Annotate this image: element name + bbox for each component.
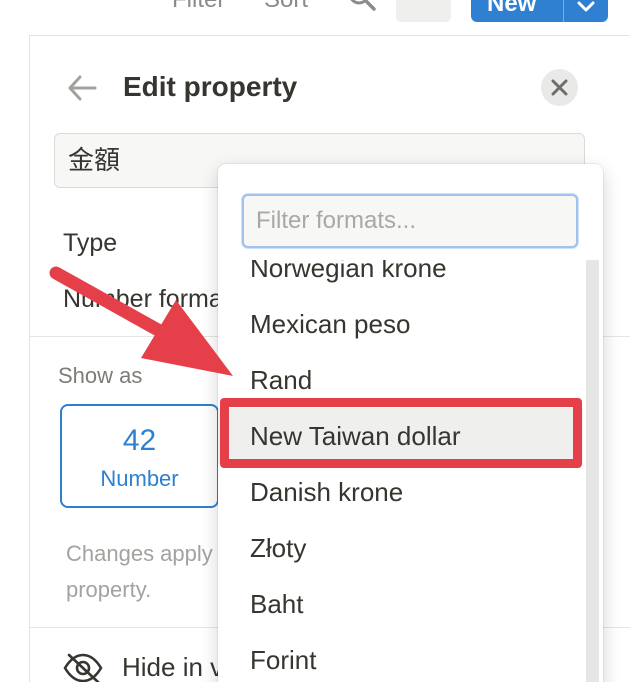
filter-button[interactable]: Filter: [172, 0, 225, 14]
panel-title: Edit property: [123, 71, 298, 102]
format-option[interactable]: Mexican peso: [218, 296, 583, 352]
filter-formats-input[interactable]: [242, 194, 578, 248]
scrollbar-thumb[interactable]: [586, 260, 599, 682]
number-format-label[interactable]: Number format: [63, 284, 230, 314]
show-as-number-preview: 42: [122, 424, 157, 457]
annotation-highlight-box: [220, 398, 582, 468]
close-icon: [551, 79, 568, 96]
show-as-label: Show as: [58, 363, 143, 388]
type-label[interactable]: Type: [63, 228, 117, 258]
search-icon[interactable]: [348, 0, 378, 12]
new-button-label: New: [487, 0, 537, 17]
screen: Filter Sort New Edit property 金額 Type N: [0, 0, 644, 682]
format-option[interactable]: Złoty: [218, 520, 583, 576]
format-option[interactable]: Norwegian krone: [218, 260, 583, 296]
arrow-left-icon[interactable]: [67, 74, 97, 102]
show-as-number-label: Number: [100, 466, 179, 491]
close-button[interactable]: [541, 69, 578, 106]
format-option[interactable]: Danish krone: [218, 464, 583, 520]
toolbar-more-button[interactable]: [396, 0, 451, 22]
new-button[interactable]: New: [471, 0, 608, 22]
eye-off-icon: [62, 652, 104, 682]
scrollbar[interactable]: [583, 260, 603, 682]
chevron-down-icon[interactable]: [574, 0, 598, 12]
sort-button[interactable]: Sort: [264, 0, 308, 14]
format-option[interactable]: Forint: [218, 632, 583, 682]
format-list-viewport: Norwegian krone Mexican peso Rand New Taiwa…: [218, 260, 583, 682]
show-as-number-option[interactable]: 42 Number: [60, 404, 219, 508]
new-button-divider: [563, 0, 564, 22]
format-list: Norwegian krone Mexican peso Rand New Taiwa…: [218, 260, 583, 682]
format-option[interactable]: Baht: [218, 576, 583, 632]
